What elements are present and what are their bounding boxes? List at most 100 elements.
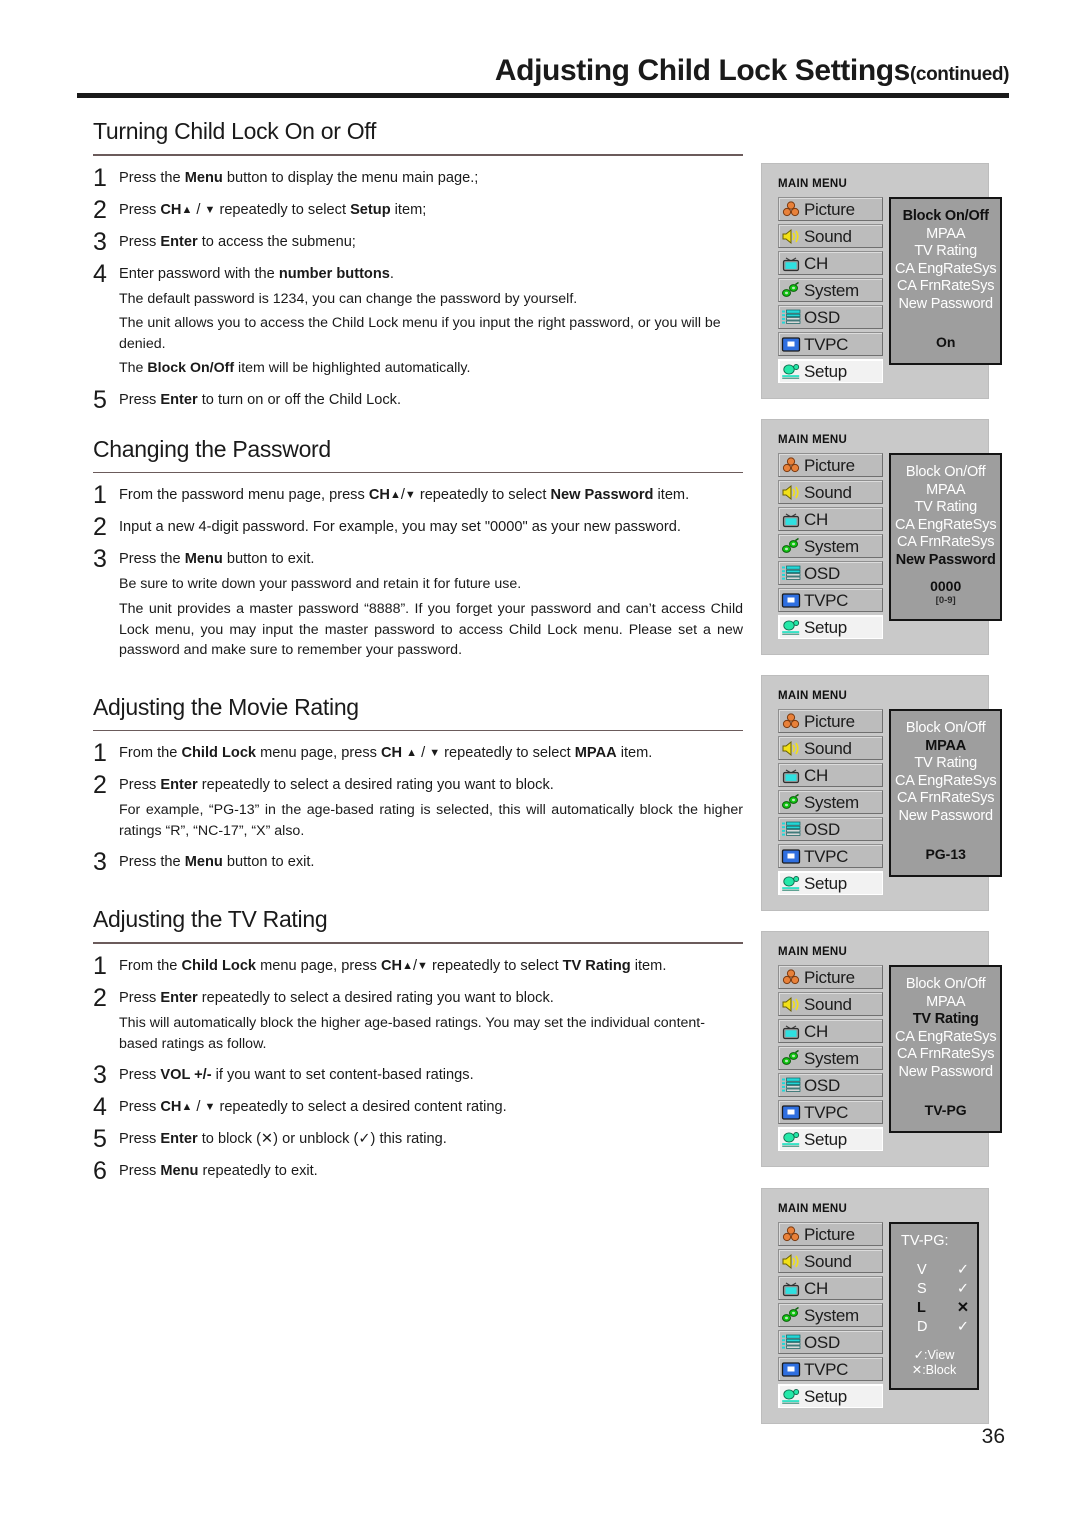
menu-item-setup[interactable]: Setup: [778, 1127, 883, 1151]
content-rating-letter: D: [917, 1319, 928, 1335]
menu-item-tvpc[interactable]: TVPC: [778, 332, 883, 356]
submenu-item-ca-frnratesys[interactable]: CA FrnRateSys: [895, 278, 996, 296]
submenu-item-ca-engratesys[interactable]: CA EngRateSys: [895, 1029, 997, 1047]
osd-main-menu-title: MAIN MENU: [778, 178, 848, 190]
submenu-item-ca-engratesys[interactable]: CA EngRateSys: [895, 261, 997, 279]
step-number: 1: [93, 951, 107, 980]
menu-item-ch[interactable]: CH: [778, 251, 883, 275]
section-heading: Turning Child Lock On or Off: [93, 118, 377, 144]
submenu-item-tv-rating[interactable]: TV Rating: [895, 499, 996, 517]
menu-item-label: CH: [804, 1278, 828, 1298]
menu-item-tvpc[interactable]: TVPC: [778, 1100, 883, 1124]
content-rating-letter: L: [917, 1300, 926, 1316]
osd-icon: [781, 308, 801, 327]
submenu-item-ca-frnratesys[interactable]: CA FrnRateSys: [895, 790, 996, 808]
picture-icon: [781, 968, 801, 987]
menu-item-system[interactable]: System: [778, 1046, 883, 1070]
step-text: Press Enter to block (✕) or unblock (✓) …: [119, 1131, 447, 1148]
menu-item-picture[interactable]: Picture: [778, 709, 883, 733]
menu-item-ch[interactable]: CH: [778, 507, 883, 531]
menu-item-osd[interactable]: OSD: [778, 1330, 883, 1354]
menu-item-tvpc[interactable]: TVPC: [778, 844, 883, 868]
content-rating-row-d[interactable]: D ✓: [917, 1318, 973, 1336]
osd-submenu: Block On/Off MPAA TV Rating CA EngRateSys CA…: [889, 453, 1003, 621]
step-number: 1: [93, 481, 107, 510]
menu-item-label: Setup: [804, 361, 847, 381]
submenu-item-ca-engratesys[interactable]: CA EngRateSys: [895, 517, 997, 535]
submenu-item-mpaa[interactable]: MPAA: [895, 994, 996, 1012]
header-rule: [77, 92, 1009, 98]
step-list: 1 From the password menu page, press CH▲/…: [93, 481, 743, 660]
menu-item-system[interactable]: System: [778, 278, 883, 302]
submenu-item-new-password[interactable]: New Password: [895, 808, 996, 826]
submenu-item-tv-rating[interactable]: TV Rating: [895, 243, 996, 261]
menu-item-picture[interactable]: Picture: [778, 197, 883, 221]
submenu-item-block-on-off[interactable]: Block On/Off: [895, 720, 996, 738]
submenu-item-block-on-off[interactable]: Block On/Off: [895, 208, 996, 226]
step-note: The unit allows you to access the Child …: [119, 315, 721, 352]
sound-icon: [781, 739, 801, 758]
submenu-item-mpaa[interactable]: MPAA: [895, 226, 996, 244]
content-rating-row-s[interactable]: S ✓: [917, 1280, 973, 1298]
osd-main-menu-title: MAIN MENU: [778, 434, 848, 446]
menu-item-osd[interactable]: OSD: [778, 817, 883, 841]
osd-main-menu-list: Picture Sound CH System OSD TVPC Setup: [778, 965, 883, 1154]
submenu-item-new-password[interactable]: New Password: [895, 1064, 996, 1082]
content-rating-row-l[interactable]: L ✕: [917, 1299, 973, 1317]
menu-item-sound[interactable]: Sound: [778, 1249, 883, 1273]
content-rating-row-v[interactable]: V ✓: [917, 1261, 973, 1279]
step-number: 4: [93, 259, 107, 288]
submenu-item-block-on-off[interactable]: Block On/Off: [895, 976, 996, 994]
submenu-value: 0000 [0-9]: [895, 578, 996, 610]
menu-item-label: TVPC: [804, 590, 849, 610]
osd-main-menu-list: Picture Sound CH System OSD TVPC Setup: [778, 453, 883, 642]
step-item: 2 Input a new 4-digit password. For examp…: [93, 515, 743, 540]
submenu-item-ca-engratesys[interactable]: CA EngRateSys: [895, 773, 997, 791]
submenu-item-new-password[interactable]: New Password: [895, 552, 996, 570]
submenu-item-ca-frnratesys[interactable]: CA FrnRateSys: [895, 1046, 996, 1064]
setup-icon: [781, 362, 801, 381]
menu-item-ch[interactable]: CH: [778, 1276, 883, 1300]
submenu-item-new-password[interactable]: New Password: [895, 296, 996, 314]
menu-item-setup[interactable]: Setup: [778, 615, 883, 639]
menu-item-sound[interactable]: Sound: [778, 224, 883, 248]
menu-item-label: Picture: [804, 455, 855, 475]
menu-item-setup[interactable]: Setup: [778, 871, 883, 895]
menu-item-system[interactable]: System: [778, 534, 883, 558]
submenu-item-mpaa[interactable]: MPAA: [895, 738, 996, 756]
submenu-item-tv-rating[interactable]: TV Rating: [895, 1011, 996, 1029]
menu-item-label: CH: [804, 253, 828, 273]
menu-item-osd[interactable]: OSD: [778, 1073, 883, 1097]
menu-item-sound[interactable]: Sound: [778, 736, 883, 760]
submenu-item-tv-rating[interactable]: TV Rating: [895, 755, 996, 773]
menu-item-system[interactable]: System: [778, 1303, 883, 1327]
submenu-item-block-on-off[interactable]: Block On/Off: [895, 464, 996, 482]
menu-item-label: Setup: [804, 1386, 847, 1406]
step-note: Be sure to write down your password and …: [119, 576, 522, 593]
menu-item-ch[interactable]: CH: [778, 1019, 883, 1043]
menu-item-tvpc[interactable]: TVPC: [778, 1357, 883, 1381]
osd-body: Picture Sound CH System OSD TVPC Setup TV-PG: V ✓…: [778, 1222, 979, 1411]
submenu-item-ca-frnratesys[interactable]: CA FrnRateSys: [895, 534, 996, 552]
setup-icon: [781, 1387, 801, 1406]
menu-item-picture[interactable]: Picture: [778, 1222, 883, 1246]
menu-item-tvpc[interactable]: TVPC: [778, 588, 883, 612]
submenu-item-mpaa[interactable]: MPAA: [895, 482, 996, 500]
section-rule: [93, 154, 743, 156]
block-on-off-panel: MAIN MENU Picture Sound CH System OSD TVPC Setu…: [761, 163, 1003, 399]
menu-item-osd[interactable]: OSD: [778, 305, 883, 329]
menu-item-sound[interactable]: Sound: [778, 480, 883, 504]
menu-item-setup[interactable]: Setup: [778, 1384, 883, 1408]
step-item: 2 Press Enter repeatedly to select a desi…: [93, 773, 743, 841]
menu-item-setup[interactable]: Setup: [778, 359, 883, 383]
menu-item-sound[interactable]: Sound: [778, 992, 883, 1016]
menu-item-ch[interactable]: CH: [778, 763, 883, 787]
menu-item-system[interactable]: System: [778, 790, 883, 814]
submenu-value-hint: [0-9]: [935, 595, 956, 606]
system-icon: [781, 1306, 801, 1325]
menu-item-picture[interactable]: Picture: [778, 453, 883, 477]
step-number: 3: [93, 545, 107, 574]
menu-item-picture[interactable]: Picture: [778, 965, 883, 989]
step-text: Press Enter repeatedly to select a desir…: [119, 988, 743, 1054]
menu-item-osd[interactable]: OSD: [778, 561, 883, 585]
